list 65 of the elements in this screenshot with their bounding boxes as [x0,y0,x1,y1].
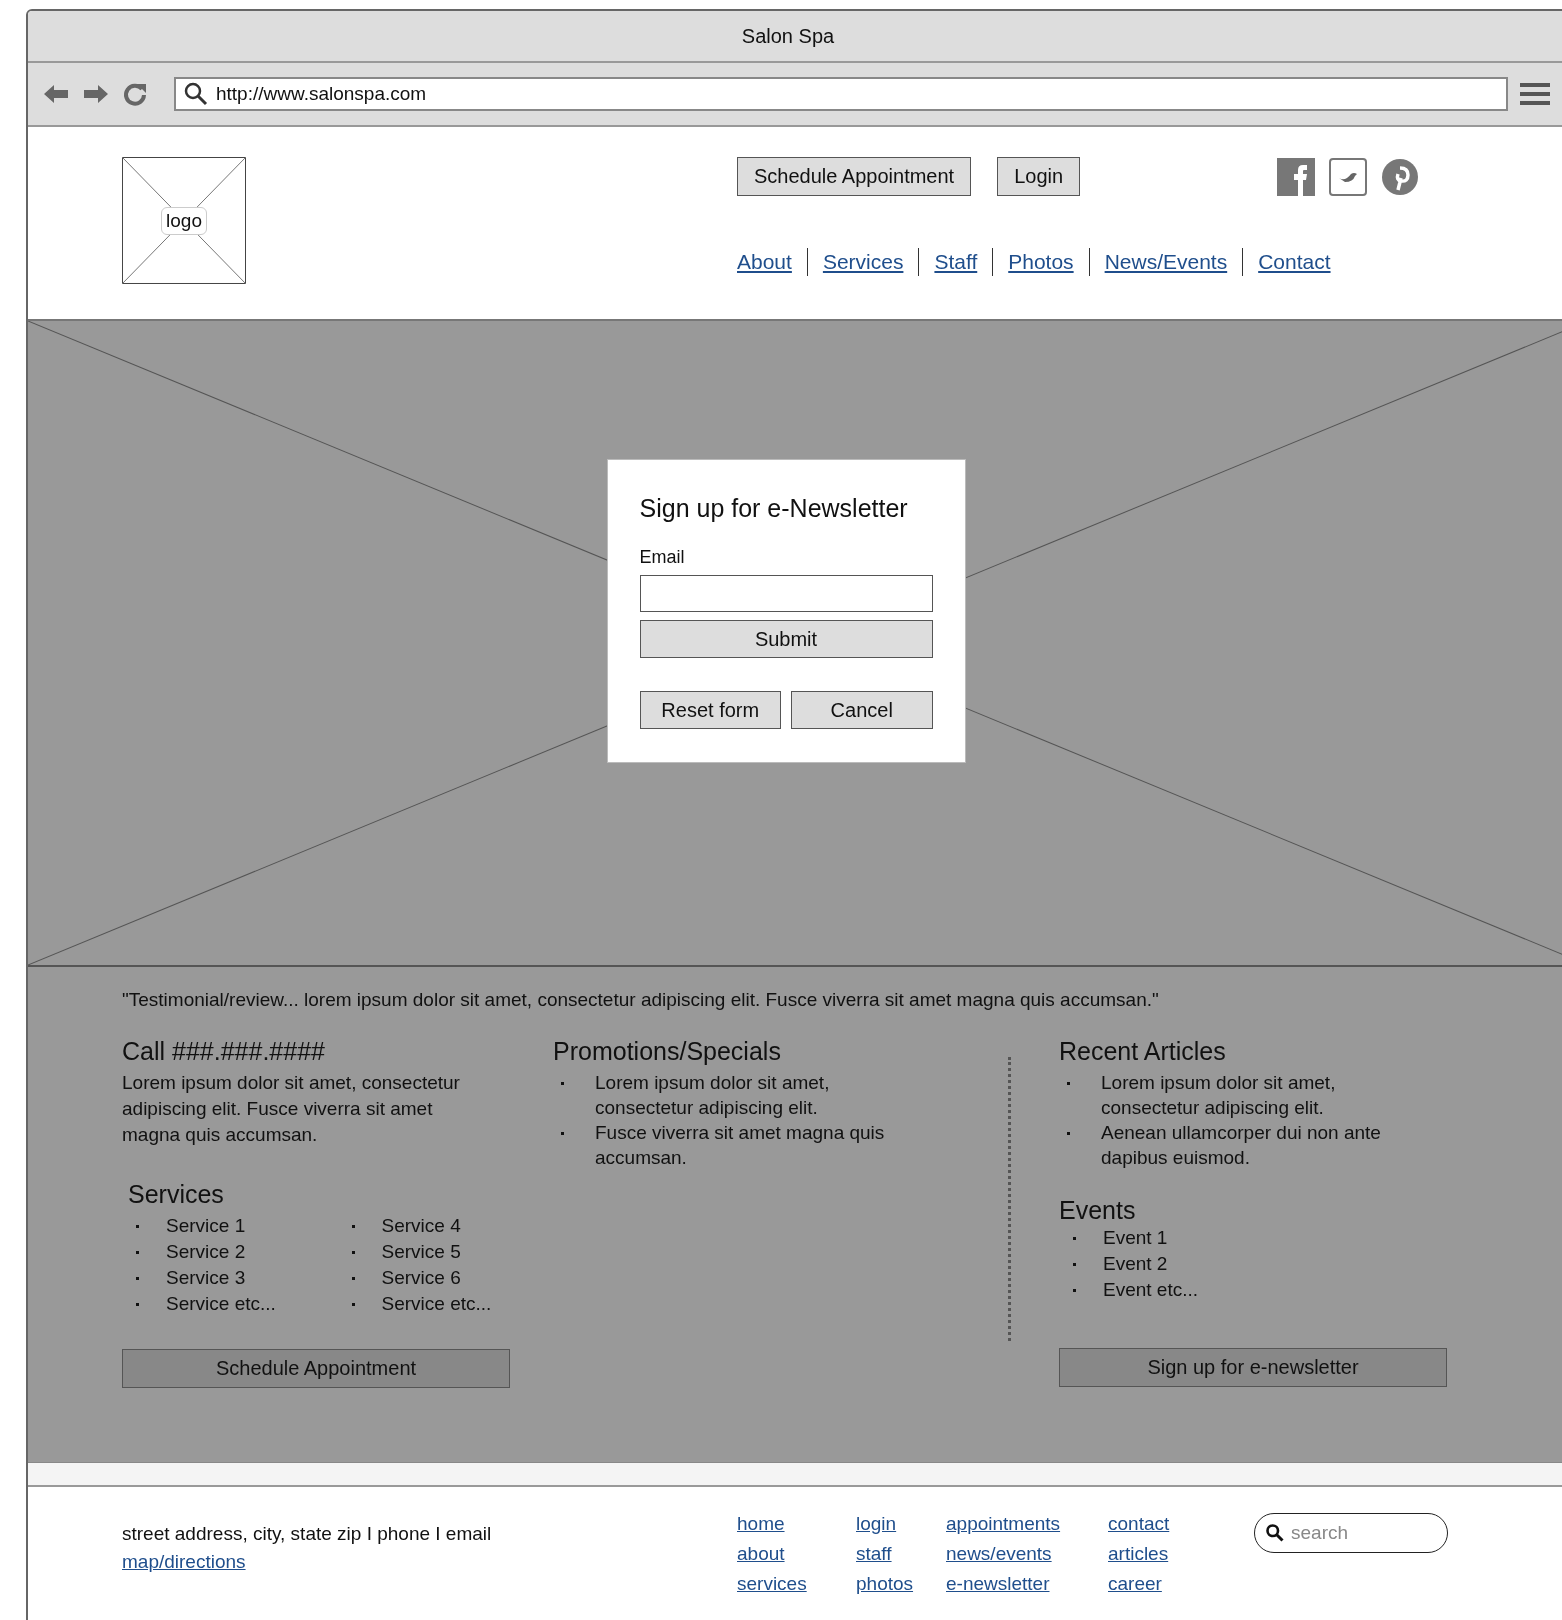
email-field[interactable] [639,575,933,612]
section-heading: Services [128,1180,225,1209]
map-link[interactable]: map/directions [122,1551,246,1573]
search-field[interactable]: search [1254,1513,1448,1553]
service-item: Service 4 [381,1214,461,1238]
window-title: Salon Spa [741,24,835,48]
nav-link[interactable]: Services [822,250,904,274]
article-item: Lorem ipsum dolor sit amet, consectetur adipiscing elit. [1101,1071,1337,1120]
service-item: Service 3 [166,1266,246,1290]
section-heading: Call ###.###.#### [122,1037,326,1066]
section-heading: Events [1059,1196,1137,1225]
address-text: street address, city, state zip I phone I email [122,1523,493,1545]
search-icon [1266,1524,1284,1542]
logo-label: logo [161,206,207,235]
dialog-button[interactable]: Reset form [639,691,781,729]
menu-icon[interactable] [1520,82,1550,106]
footer-link[interactable]: contact [1108,1513,1170,1535]
back-icon[interactable] [42,83,70,105]
service-item: Service 6 [381,1266,461,1290]
footer-link[interactable]: about [737,1543,785,1565]
nav-link[interactable]: Contact [1258,250,1331,274]
footer-link[interactable]: news/events [946,1543,1052,1565]
footer-link[interactable]: staff [856,1543,892,1565]
pin-icon[interactable] [1381,158,1419,196]
nav-link[interactable]: Photos [1008,250,1074,274]
service-item: Service 2 [166,1240,246,1264]
promotion-item: Fusce viverra sit amet magna quis accumsan. [595,1121,886,1170]
service-item: Service 5 [381,1240,461,1264]
footer-link[interactable]: appointments [946,1513,1061,1535]
event-item: Event etc... [1103,1278,1199,1302]
section-heading: Recent Articles [1059,1037,1227,1066]
header-button[interactable]: Login [997,157,1081,196]
service-item: Service 1 [166,1214,246,1238]
nav-link[interactable]: About [737,250,792,274]
forward-icon[interactable] [82,83,110,105]
call-text: Lorem ipsum dolor sit amet, consectetur adipiscing elit. Fusce viverra sit amet magna quis accumsan. [122,1071,461,1147]
testimonial-text: "Testimonial/review... lorem ipsum dolor sit amet, consectetur adipiscing elit. Fusce viverra sit amet magna quis accumsan." [122,988,1160,1011]
facebook-icon[interactable] [1277,158,1315,196]
header-button[interactable]: Schedule Appointment [737,157,972,196]
bird-icon[interactable] [1329,158,1367,196]
footer-link[interactable]: articles [1108,1543,1169,1565]
reload-icon[interactable] [122,81,148,107]
footer-link[interactable]: services [737,1573,807,1595]
newsletter-button[interactable]: Sign up for e-newsletter [1059,1348,1447,1387]
schedule-button[interactable]: Schedule Appointment [122,1349,510,1388]
dialog-title: Sign up for e-Newsletter [639,494,909,523]
promotion-item: Lorem ipsum dolor sit amet, consectetur adipiscing elit. [595,1071,831,1120]
section-heading: Promotions/Specials [553,1037,782,1066]
footer-link[interactable]: login [856,1513,897,1535]
footer-link[interactable]: photos [856,1573,914,1595]
nav-link[interactable]: News/Events [1104,250,1228,274]
dialog-button[interactable]: Cancel [791,691,933,729]
submit-button[interactable]: Submit [639,620,933,658]
service-item: Service etc... [166,1292,276,1316]
footer-link[interactable]: e-newsletter [946,1573,1050,1595]
search-icon [184,82,208,106]
event-item: Event 1 [1103,1226,1168,1250]
footer-link[interactable]: home [737,1513,785,1535]
service-item: Service etc... [381,1292,492,1316]
article-item: Aenean ullamcorper dui non ante dapibus euismod. [1101,1121,1382,1170]
event-item: Event 2 [1103,1252,1168,1276]
nav-link[interactable]: Staff [934,250,978,274]
email-label: Email [639,547,686,568]
footer-link[interactable]: career [1108,1573,1162,1595]
address-bar[interactable]: http://www.salonspa.com [174,77,1508,111]
